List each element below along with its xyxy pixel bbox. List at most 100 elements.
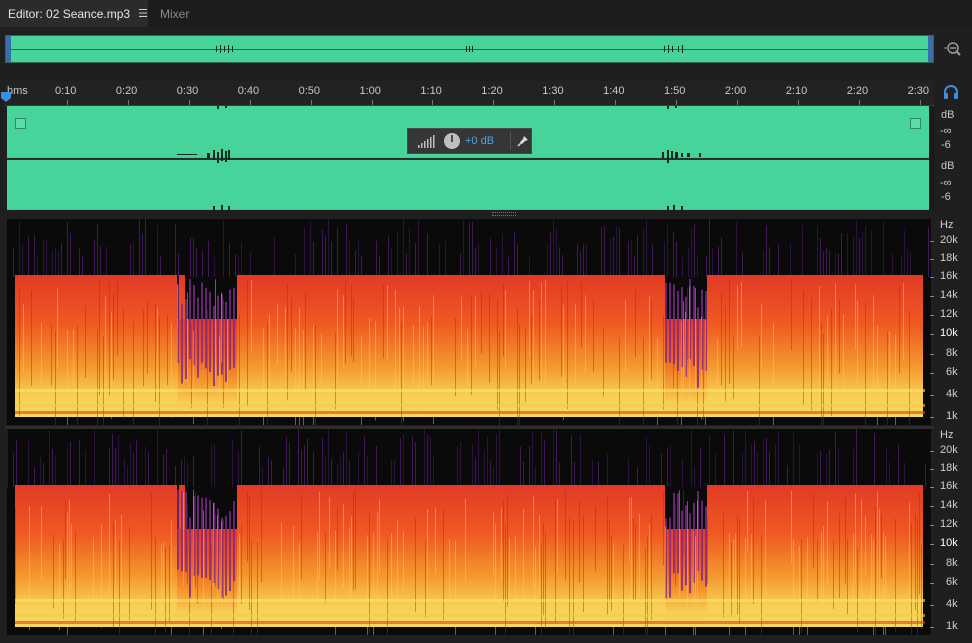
spectrum-streak [307,438,308,487]
spectrum-streak [427,434,428,487]
spectrum-texture [817,538,818,602]
ruler-label: 0:30 [176,85,199,97]
spectrum-texture [673,308,674,389]
overview-start-handle[interactable] [6,36,11,62]
spectrum-texture [745,537,746,643]
spectrum-streak [742,453,743,487]
volume-value[interactable]: +0 dB [465,135,494,147]
spectrum-texture [793,540,794,641]
spectrum-texture [343,295,344,368]
spectrum-texture [69,499,70,627]
spectrum-texture [401,321,402,447]
spectrum-streak [145,217,146,277]
spectrum-streak [100,246,101,277]
spectrum-texture [247,280,248,407]
panel-resize-grip[interactable] [492,212,516,216]
ruler-tick [249,100,251,105]
spectrum-texture [71,524,72,591]
hz-label: 6k [946,366,958,378]
overview-end-handle[interactable] [928,36,933,62]
zoom-out-icon[interactable] [941,38,963,60]
headphones-icon[interactable] [943,84,959,100]
spectrum-streak [457,446,458,487]
overview-timeline[interactable] [5,35,934,63]
playhead-marker-icon[interactable] [1,92,11,102]
fade-out-handle[interactable] [910,118,921,129]
spectrum-streak [460,442,461,487]
spectrum-texture [115,520,116,620]
spectrum-texture [495,523,496,643]
spectrum-texture [663,490,664,566]
spectrum-streak [904,230,905,277]
spectrum-column [185,299,187,380]
spectrum-column [189,279,191,360]
spectrum-streak [892,253,893,277]
spectrum-streak [328,428,329,487]
hz-tick [930,506,934,507]
hz-label: 18k [940,462,958,474]
fade-in-handle[interactable] [15,118,26,129]
spectrum-streak [643,228,644,277]
spectrum-texture [387,285,388,360]
spectrum-texture [427,321,428,384]
spectrum-streak [349,461,350,487]
spectrum-streak [61,242,62,277]
pin-icon[interactable] [517,135,529,147]
spectrum-texture [195,492,196,588]
spectrum-streak [190,237,191,277]
ruler-label: 0:20 [115,85,138,97]
spectrum-streak [55,247,56,277]
ruler-tick [736,100,738,105]
spectrum-texture [831,308,832,416]
spectrum-streak [472,444,473,487]
spectrum-streak [43,239,44,277]
spectrum-texture [157,307,158,414]
ruler-label: 1:00 [359,85,381,97]
spectrum-texture [595,506,596,572]
hz-unit-label: Hz [940,429,954,441]
spectrum-texture [519,325,520,432]
hz-unit-label: Hz [940,219,954,231]
tab-mixer[interactable]: Mixer [160,0,189,27]
spectrum-streak [898,444,899,487]
volume-knob-icon[interactable] [444,133,460,149]
hz-label: 12k [940,518,958,530]
tab-editor[interactable]: Editor: 02 Seance.mp3 ☰ [0,0,148,27]
spectrum-texture [861,499,862,623]
spectrum-texture [557,499,558,573]
hz-label: 8k [946,347,958,359]
spectrum-streak [283,466,284,487]
spectrum-streak [826,453,827,487]
spectrum-streak [925,463,926,487]
spectrum-texture [303,330,304,454]
spectrum-streak [709,217,710,277]
spectrum-texture [455,540,456,643]
spectrum-streak [430,435,431,487]
spectrum-texture [53,535,54,609]
time-ruler[interactable]: hms 0:10 0:20 0:30 0:40 0:50 1:00 1:10 1:20 1:30… [5,81,934,106]
spectrum-streak [250,252,251,277]
spectrum-texture [343,504,344,589]
spectrum-texture [423,327,424,412]
spectrum-streak [718,246,719,277]
spectrum-texture [239,314,240,444]
spectrum-texture [515,535,516,619]
volume-hud[interactable]: +0 dB [407,128,532,154]
waveform-display[interactable] [7,106,929,210]
tab-menu-icon[interactable]: ☰ [138,7,148,20]
spectrum-texture [573,520,574,636]
ruler-label: 0:50 [298,85,321,97]
spectral-display-ch2[interactable] [7,427,931,643]
spectrum-streak [586,244,587,277]
spectrum-texture [773,322,774,447]
spectrum-streak [490,461,491,487]
spectrum-texture [539,299,540,381]
spectrum-streak [358,240,359,277]
spectrum-texture [117,280,118,356]
spectrum-streak [463,220,464,277]
spectrum-texture [651,301,652,380]
spectral-display-ch1[interactable] [7,217,931,465]
spectrum-texture [651,514,652,620]
spectrum-streak [391,247,392,277]
spectrum-streak [286,436,287,487]
